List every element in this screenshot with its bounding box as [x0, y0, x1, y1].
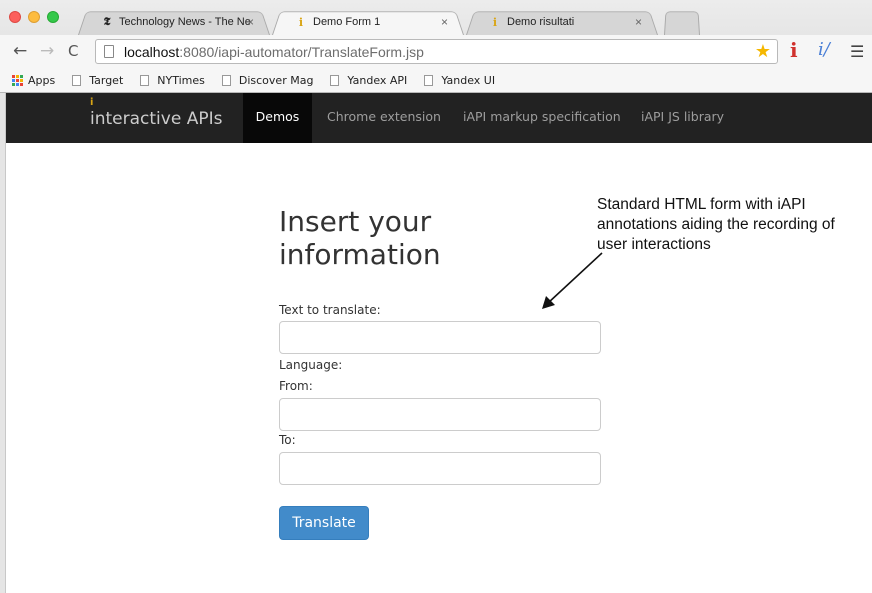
iapi-editor-extension-icon[interactable]: i/ [818, 39, 830, 60]
bookmark-yandex-api[interactable]: Yandex API [330, 74, 407, 87]
to-label: To: [279, 433, 296, 447]
iapi-logo-icon: i [90, 97, 94, 108]
document-icon [140, 74, 150, 86]
document-icon [221, 74, 231, 86]
tab-title: Demo risultati [507, 16, 575, 28]
bookmark-apps[interactable]: Apps [12, 74, 55, 87]
bookmark-label: Target [89, 73, 124, 87]
close-tab-icon[interactable]: × [247, 15, 254, 29]
text-to-translate-label: Text to translate: [279, 303, 381, 317]
brand-logo[interactable]: i interactive APIs [90, 97, 223, 129]
url-path: :8080/iapi-automator/TranslateForm.jsp [179, 43, 424, 60]
page-icon [104, 45, 114, 58]
bookmark-yandex-ui[interactable]: Yandex UI [424, 74, 495, 87]
brand-text: interactive APIs [90, 109, 223, 129]
reload-icon[interactable]: C [68, 42, 78, 60]
bookmark-label: Apps [28, 73, 56, 87]
to-language-input[interactable] [279, 452, 601, 485]
back-arrow-icon[interactable]: ← [13, 41, 27, 61]
annotation-arrow [542, 252, 603, 309]
nav-js-library[interactable]: iAPI JS library [641, 93, 724, 143]
tab-demo-risultati[interactable]: i Demo risultati × [466, 9, 658, 35]
annotation-callout: Standard HTML form with iAPI annotations… [597, 196, 835, 253]
browser-toolbar: ← → C localhost :8080/iapi-automator/Tra… [0, 35, 872, 68]
iapi-icon: i [492, 15, 498, 29]
zoom-window-button[interactable] [47, 11, 59, 23]
bookmark-star-icon[interactable]: ★ [755, 41, 771, 62]
new-tab-button[interactable] [664, 9, 700, 35]
bookmark-discover-mag[interactable]: Discover Mag [221, 73, 314, 87]
iapi-icon: i [298, 15, 304, 29]
bookmark-target[interactable]: Target [72, 74, 123, 87]
tab-title: Demo Form 1 [313, 16, 381, 28]
language-label: Language: [279, 358, 343, 372]
hamburger-menu-icon[interactable]: ☰ [850, 42, 864, 61]
from-language-input[interactable] [279, 398, 601, 431]
address-bar[interactable]: localhost :8080/iapi-automator/Translate… [95, 39, 778, 64]
nav-markup-specification[interactable]: iAPI markup specification [463, 93, 621, 143]
iapi-extension-icon[interactable]: i [790, 38, 798, 62]
bookmark-label: Yandex API [347, 73, 408, 87]
apps-grid-icon [12, 74, 23, 86]
nav-chrome-extension[interactable]: Chrome extension [327, 93, 441, 143]
tab-title: Technology News - The Ne [119, 16, 251, 28]
from-label: From: [279, 379, 313, 393]
close-tab-icon[interactable]: × [441, 15, 448, 29]
window-controls [9, 11, 59, 23]
document-icon [424, 74, 434, 86]
tab-technology-news[interactable]: 𝕿 Technology News - The Ne × [78, 9, 270, 35]
bookmark-label: Yandex UI [441, 73, 496, 87]
nytimes-icon: 𝕿 [103, 15, 111, 28]
form-title: Insert your information [279, 205, 441, 271]
bookmark-label: Discover Mag [238, 73, 314, 87]
site-navbar: i interactive APIs Demos Chrome extensio… [6, 93, 872, 143]
url-host: localhost [124, 43, 180, 60]
bookmark-nytimes[interactable]: NYTimes [140, 74, 205, 87]
bookmarks-bar: Apps Target NYTimes Discover Mag Yandex … [0, 68, 872, 92]
forward-arrow-icon[interactable]: → [40, 41, 54, 61]
close-window-button[interactable] [9, 11, 21, 23]
browser-chrome: 𝕿 Technology News - The Ne × i Demo Form… [0, 0, 872, 93]
tab-demo-form-1[interactable]: i Demo Form 1 × [272, 9, 464, 35]
translate-button[interactable]: Translate [279, 506, 369, 540]
close-tab-icon[interactable]: × [635, 15, 642, 29]
text-to-translate-input[interactable] [279, 321, 601, 354]
document-icon [330, 74, 340, 86]
minimize-window-button[interactable] [28, 11, 40, 23]
document-icon [72, 74, 82, 86]
nav-demos[interactable]: Demos [243, 93, 312, 143]
bookmark-label: NYTimes [157, 73, 205, 87]
page-content: Insert your information Text to translat… [6, 143, 872, 593]
